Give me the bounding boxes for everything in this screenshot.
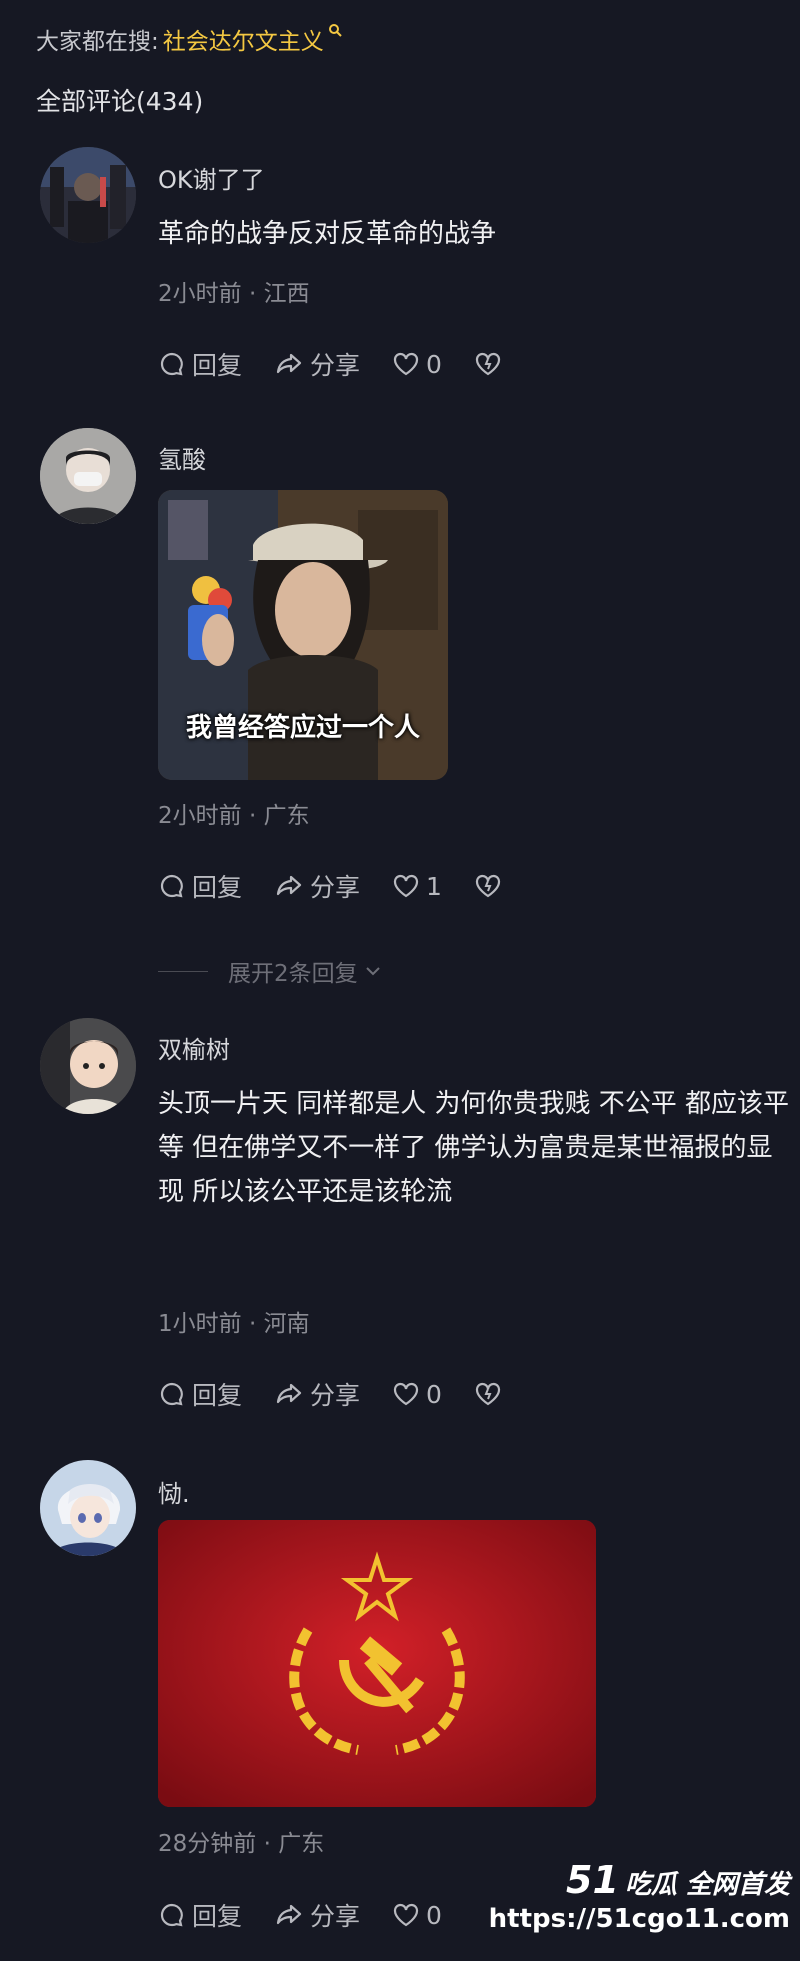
comment-bubble-icon — [160, 1382, 183, 1406]
search-icon[interactable] — [328, 22, 342, 41]
watermark-brand: 吃瓜 全网首发 — [624, 1870, 790, 1900]
share-button[interactable]: 分享 — [274, 1897, 360, 1933]
like-count: 0 — [426, 1379, 442, 1409]
share-button[interactable]: 分享 — [274, 868, 360, 904]
comment-meta: 2小时前 · 广东 — [158, 803, 310, 829]
comment-count: 全部评论(434) — [36, 87, 204, 116]
hot-search-term[interactable]: 社会达尔文主义 — [163, 22, 324, 56]
avatar[interactable] — [40, 1018, 136, 1114]
broken-heart-icon — [475, 874, 501, 898]
comment-actions: 回复 分享 0 — [158, 1376, 540, 1412]
comment-actions: 回复 分享 0 — [158, 1897, 474, 1933]
share-button[interactable]: 分享 — [274, 1376, 360, 1412]
sticker-image[interactable]: 我曾经答应过一个人 — [158, 490, 448, 780]
reply-button[interactable]: 回复 — [158, 1897, 242, 1933]
sticker-caption: 我曾经答应过一个人 — [185, 713, 420, 743]
reply-label: 回复 — [192, 1902, 243, 1931]
chevron-down-icon — [365, 967, 380, 976]
hot-search-bar[interactable]: 大家都在搜: 社会达尔文主义 — [36, 22, 342, 56]
reply-label: 回复 — [192, 1381, 243, 1410]
watermark-brand-row: 51 吃瓜 全网首发 — [489, 1858, 790, 1902]
watermark: 51 吃瓜 全网首发 https://51cgo11.com — [489, 1858, 790, 1934]
reply-label: 回复 — [192, 873, 243, 902]
comment-bubble-icon — [160, 874, 183, 898]
avatar[interactable] — [40, 1460, 136, 1556]
like-button[interactable]: 0 — [392, 1380, 442, 1409]
reply-button[interactable]: 回复 — [158, 346, 242, 382]
comment-username[interactable]: 氢酸 — [158, 440, 206, 475]
comment-username[interactable]: 恸. — [158, 1474, 190, 1509]
reply-button[interactable]: 回复 — [158, 1376, 242, 1412]
share-button[interactable]: 分享 — [274, 346, 360, 382]
share-arrow-icon — [276, 875, 302, 896]
watermark-number: 51 — [566, 1858, 619, 1902]
like-count: 0 — [426, 1900, 442, 1930]
reply-label: 回复 — [192, 351, 243, 380]
share-label: 分享 — [310, 1381, 361, 1410]
share-label: 分享 — [310, 873, 361, 902]
comment-text: 头顶一片天 同样都是人 为何你贵我贱 不公平 都应该平等 但在佛学又不一样了 佛… — [158, 1089, 790, 1207]
heart-icon — [393, 874, 419, 898]
comment-bubble-icon — [160, 352, 183, 376]
comment-actions: 回复 分享 0 — [158, 346, 540, 382]
share-label: 分享 — [310, 351, 361, 380]
comment-text: 革命的战争反对反革命的战争 — [158, 219, 497, 249]
dislike-button[interactable] — [474, 350, 508, 378]
watermark-url: https://51cgo11.com — [488, 1904, 790, 1934]
share-arrow-icon — [276, 1904, 302, 1925]
comment-actions: 回复 分享 1 — [158, 868, 540, 904]
like-count: 1 — [426, 871, 442, 901]
expand-replies-label: 展开2条回复 — [228, 961, 358, 987]
broken-heart-icon — [475, 1382, 501, 1406]
share-label: 分享 — [310, 1902, 361, 1931]
comment-bubble-icon — [160, 1903, 183, 1927]
hot-search-label: 大家都在搜: — [36, 29, 159, 55]
share-arrow-icon — [276, 1383, 302, 1404]
divider-line — [158, 970, 208, 972]
expand-replies-button[interactable]: 展开2条回复 — [158, 954, 384, 988]
like-button[interactable]: 0 — [392, 1901, 442, 1930]
comment-meta: 28分钟前 · 广东 — [158, 1831, 325, 1857]
share-arrow-icon — [276, 353, 302, 374]
avatar[interactable] — [40, 428, 136, 524]
comment-username[interactable]: 双榆树 — [158, 1030, 230, 1065]
reply-button[interactable]: 回复 — [158, 868, 242, 904]
comment-meta: 1小时前 · 河南 — [158, 1311, 310, 1337]
dislike-button[interactable] — [474, 872, 508, 900]
dislike-button[interactable] — [474, 1380, 508, 1408]
like-count: 0 — [426, 349, 442, 379]
broken-heart-icon — [475, 352, 501, 376]
flag-image[interactable] — [158, 1520, 596, 1807]
heart-icon — [393, 1903, 419, 1927]
like-button[interactable]: 0 — [392, 350, 442, 379]
heart-icon — [393, 352, 419, 376]
heart-icon — [393, 1382, 419, 1406]
like-button[interactable]: 1 — [392, 872, 442, 901]
comment-meta: 2小时前 · 江西 — [158, 281, 310, 307]
comment-username[interactable]: OK谢了了 — [158, 160, 265, 195]
avatar[interactable] — [40, 147, 136, 243]
